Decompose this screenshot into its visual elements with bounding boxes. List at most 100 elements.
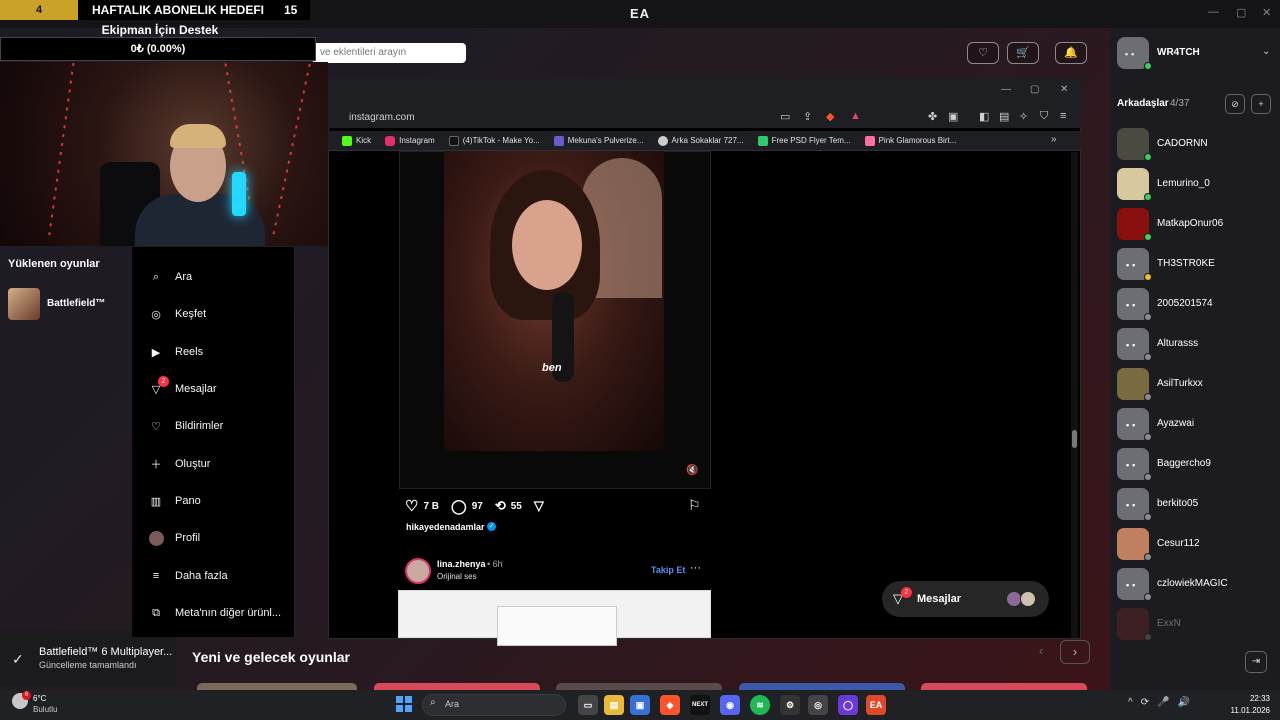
friend-row[interactable]: AsilTurkxx: [1117, 368, 1277, 402]
friend-row[interactable]: MatkapOnur06: [1117, 208, 1277, 242]
leo-ai-icon[interactable]: ✧: [1019, 110, 1028, 123]
store-icon[interactable]: ▣: [630, 695, 650, 715]
weather-condition[interactable]: Bulutlu: [33, 705, 57, 714]
browser-address-bar[interactable]: [328, 106, 1081, 128]
scrollbar[interactable]: [1071, 152, 1078, 638]
close-icon[interactable]: ✕: [1262, 6, 1271, 19]
task-view-icon[interactable]: ▭: [578, 695, 598, 715]
wallet-icon[interactable]: ▤: [999, 110, 1009, 123]
post2-avatar[interactable]: [405, 558, 431, 584]
tab-search-icon[interactable]: ▣: [948, 110, 958, 123]
brave-rewards-icon[interactable]: ▲: [850, 110, 861, 122]
sidebar-toggle-icon[interactable]: ◧: [979, 110, 989, 123]
scrollbar-thumb[interactable]: [1072, 430, 1077, 448]
brave-icon[interactable]: ◆: [660, 695, 680, 715]
taskbar-search[interactable]: [422, 694, 566, 716]
steam-icon[interactable]: ⚙: [780, 695, 800, 715]
nav-explore[interactable]: ◎ Keşfet: [148, 303, 206, 325]
friend-row[interactable]: •• Baggercho9: [1117, 448, 1277, 482]
wishlist-heart-icon[interactable]: ♡: [967, 42, 999, 64]
nav-more[interactable]: ≡ Daha fazla: [148, 565, 228, 587]
spotify-icon[interactable]: ≋: [750, 695, 770, 715]
nav-meta[interactable]: ⧉ Meta'nın diğer ürünl...: [148, 602, 281, 624]
add-friend-icon[interactable]: +: [1251, 94, 1271, 114]
brave-shield-icon[interactable]: ◆: [826, 110, 834, 123]
nav-reels[interactable]: ▶ Reels: [148, 341, 203, 363]
friend-row[interactable]: •• TH3STR0KE: [1117, 248, 1277, 282]
my-username[interactable]: WR4TCH: [1157, 47, 1200, 58]
friend-row[interactable]: •• czlowiekMAGIC: [1117, 568, 1277, 602]
battlefield-thumbnail[interactable]: [8, 288, 40, 320]
mute-icon[interactable]: 🔇: [686, 465, 698, 476]
start-button[interactable]: [396, 696, 412, 712]
nav-search[interactable]: ⌕ Ara: [148, 266, 192, 288]
my-avatar[interactable]: ••: [1117, 37, 1152, 70]
post2-image-detail: [497, 606, 617, 646]
bookmark-pink-glamorous[interactable]: Pink Glamorous Birt...: [864, 135, 956, 146]
nav-create[interactable]: ＋ Oluştur: [148, 453, 211, 475]
comment-button[interactable]: ◯ 97: [451, 498, 483, 515]
cart-icon[interactable]: 🛒: [1007, 42, 1039, 64]
hide-offline-icon[interactable]: ⊘: [1225, 94, 1245, 114]
loaded-game-name[interactable]: Battlefield™: [47, 298, 105, 309]
vpn-icon[interactable]: ⛉: [1040, 110, 1048, 123]
bookmark-icon[interactable]: ⚐: [688, 497, 701, 514]
like-button[interactable]: ♡ 7 B: [405, 497, 439, 515]
post2-username[interactable]: lina.zhenya: [437, 559, 486, 569]
friend-row[interactable]: CADORNN: [1117, 128, 1277, 162]
cast-icon[interactable]: ▭: [780, 110, 790, 123]
post2-audio[interactable]: Orijinal ses: [437, 572, 477, 581]
nav-dashboard[interactable]: ▥ Pano: [148, 490, 201, 512]
system-tray-icons[interactable]: ^⟳🎤🔊: [1128, 697, 1198, 708]
bookmark-free-psd[interactable]: Free PSD Flyer Tem...: [757, 135, 851, 146]
browser-maximize-icon[interactable]: ▢: [1030, 84, 1039, 95]
follow-button[interactable]: Takip Et: [651, 565, 685, 575]
menu-icon[interactable]: ≡: [1060, 110, 1066, 122]
friend-row[interactable]: Cesur112: [1117, 528, 1277, 562]
ea-app-icon[interactable]: EA: [866, 695, 886, 715]
browser-close-icon[interactable]: ✕: [1060, 84, 1068, 95]
bookmark-kick[interactable]: Kick: [342, 135, 371, 146]
post-author[interactable]: hikayedenadamlar: [406, 522, 485, 532]
donation-goal-value: 0₺ (0.00%): [0, 37, 316, 61]
extensions-icon[interactable]: ✤: [928, 110, 937, 123]
clock-time[interactable]: 22:33: [1230, 694, 1270, 703]
friend-row[interactable]: •• berkito05: [1117, 488, 1277, 522]
ea-search-input[interactable]: ve eklentileri arayın: [312, 43, 466, 63]
bookmark-arka-sokaklar[interactable]: Arka Sokaklar 727...: [657, 135, 744, 146]
collapse-panel-icon[interactable]: ⇥: [1245, 651, 1267, 673]
friend-row[interactable]: •• Ayazwai: [1117, 408, 1277, 442]
bookmark-mekuna[interactable]: Mekuna's Pulverize...: [553, 135, 644, 146]
bookmark-instagram[interactable]: Instagram: [385, 135, 435, 146]
weather-temp[interactable]: 6°C: [33, 694, 46, 703]
share-button[interactable]: ▽: [534, 498, 544, 514]
nav-messages[interactable]: ▽ 2 Mesajlar: [148, 376, 217, 400]
url-text[interactable]: instagram.com: [349, 112, 415, 123]
next-app-icon[interactable]: NEXT: [690, 695, 710, 715]
carousel-next-button[interactable]: ›: [1060, 640, 1090, 664]
minimize-icon[interactable]: —: [1208, 6, 1219, 18]
bookmarks-overflow-icon[interactable]: »: [1051, 134, 1057, 145]
nav-notifications[interactable]: ♡ Bildirimler: [148, 415, 223, 437]
messages-pill-badge: 2: [901, 587, 912, 598]
friend-row[interactable]: Lemurino_0: [1117, 168, 1277, 202]
maximize-icon[interactable]: ▢: [1236, 6, 1246, 19]
carousel-prev-button[interactable]: ‹: [1026, 640, 1056, 664]
obs-icon[interactable]: ◎: [808, 695, 828, 715]
share-icon[interactable]: ⇪: [803, 110, 812, 123]
browser-minimize-icon[interactable]: —: [1001, 84, 1011, 95]
bookmark-tiktok[interactable]: (4)TikTok - Make Yo...: [448, 135, 540, 146]
friend-row[interactable]: •• 2005201574: [1117, 288, 1277, 322]
nav-profile[interactable]: Profil: [148, 527, 200, 549]
chevron-down-icon[interactable]: ⌄: [1262, 46, 1270, 57]
friend-row[interactable]: ExxN: [1117, 608, 1277, 642]
more-options-icon[interactable]: ···: [690, 562, 701, 574]
notifications-bell-icon[interactable]: 🔔: [1055, 42, 1087, 64]
discord-icon[interactable]: ◉: [720, 695, 740, 715]
app-icon[interactable]: ◯: [838, 695, 858, 715]
presence-status-dot: [1144, 553, 1152, 561]
file-explorer-icon[interactable]: ▤: [604, 695, 624, 715]
friend-row[interactable]: •• Alturasss: [1117, 328, 1277, 362]
repost-button[interactable]: ⟲ 55: [495, 498, 522, 514]
clock-date[interactable]: 11.01.2026: [1220, 706, 1270, 715]
